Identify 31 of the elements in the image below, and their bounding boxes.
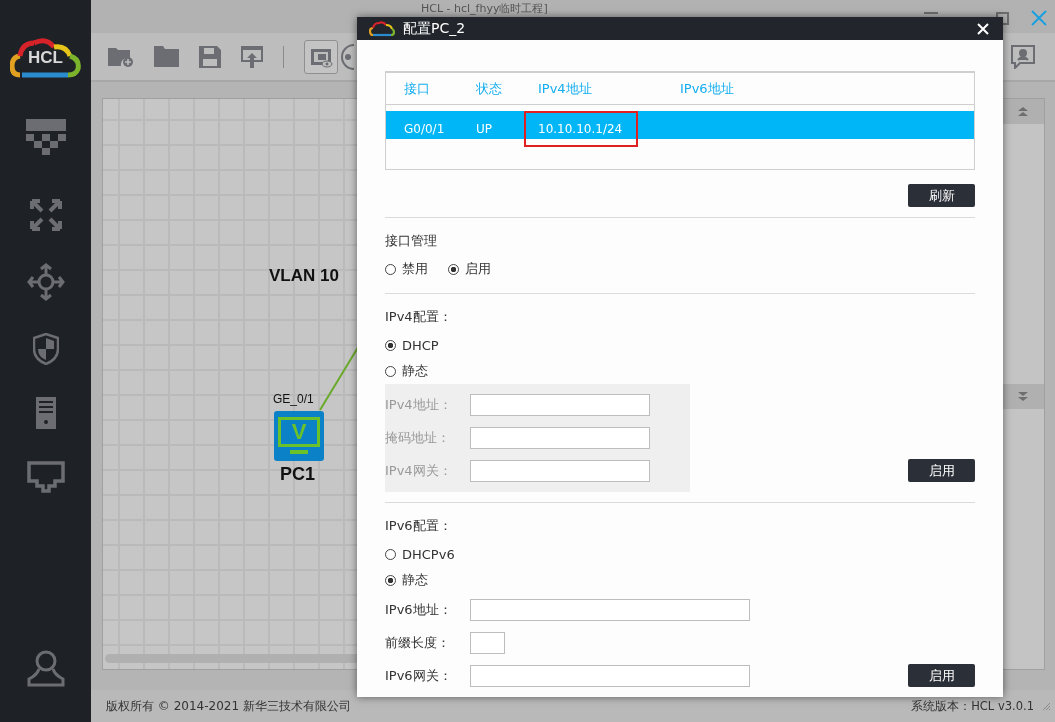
- refresh-button[interactable]: 刷新: [908, 184, 975, 207]
- radio-option[interactable]: 静态: [385, 571, 975, 589]
- hcl-logo: HCL: [9, 35, 82, 79]
- node-glyph: V: [291, 421, 307, 443]
- field-label: IPv6网关：: [385, 667, 453, 685]
- table-cell: UP: [476, 122, 493, 136]
- column-header: IPv4地址: [538, 79, 592, 98]
- field-label: IPv6地址：: [385, 601, 453, 619]
- section-title: IPv6配置：: [385, 517, 453, 535]
- dialog-title: 配置PC_2: [403, 19, 466, 38]
- vlan-label: VLAN 10: [269, 266, 339, 286]
- port-label: GE_0/1: [273, 392, 314, 406]
- radio-option[interactable]: DHCPv6: [385, 547, 975, 562]
- section-title: 接口管理: [385, 232, 438, 250]
- radio-option[interactable]: 禁用: [385, 260, 428, 278]
- field-label: 前缀长度：: [385, 634, 451, 652]
- table-cell-text: G0/0/1: [403, 122, 445, 136]
- column-header: IPv6地址: [680, 79, 734, 98]
- field-label: IPv4地址：: [385, 396, 453, 414]
- column-header: 接口: [404, 79, 430, 98]
- copyright-text: 版权所有 © 2014-2021 新华三技术有限公司: [106, 697, 351, 715]
- version-text: 系统版本：HCL v3.0.1: [911, 698, 1034, 714]
- section-title: IPv4配置：: [385, 308, 453, 326]
- table-cell: 10.10.10.1/24: [524, 111, 639, 147]
- node-label: PC1: [280, 464, 315, 485]
- apply-button[interactable]: 启用: [908, 664, 975, 687]
- field-label: 掩码地址：: [385, 429, 451, 447]
- radio-option[interactable]: 启用: [448, 260, 491, 278]
- field-label: IPv4网关：: [385, 462, 453, 480]
- window-title: HCL - hcl_fhyy临时工程]: [421, 2, 548, 15]
- column-header: 状态: [476, 79, 502, 98]
